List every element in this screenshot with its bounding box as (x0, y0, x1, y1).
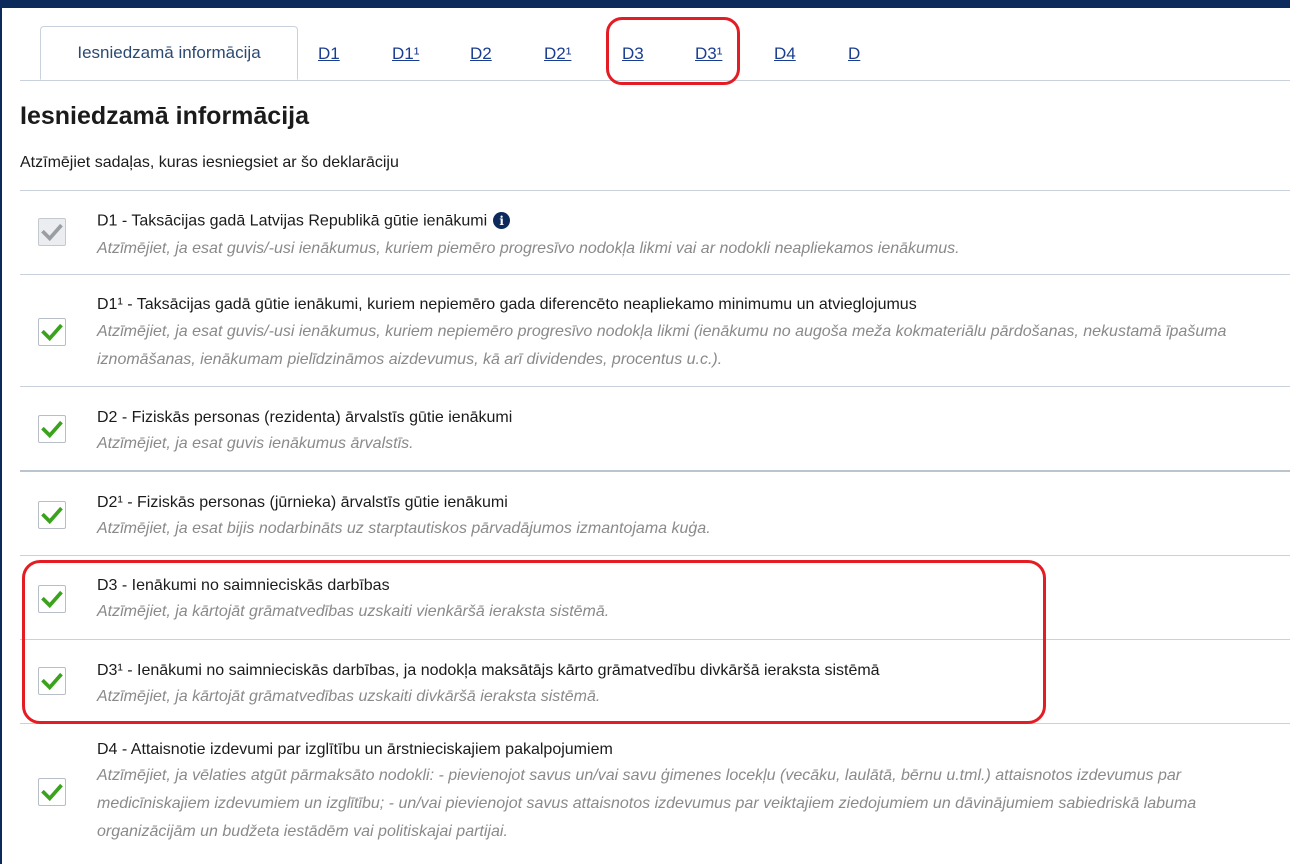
tab-d3[interactable]: D3 (622, 44, 644, 64)
section-row-d3: D3 - Ienākumi no saimnieciskās darbības … (20, 555, 1290, 639)
section-title-d2: D2 - Fiziskās personas (rezidenta) ārval… (97, 409, 513, 426)
page-title: Iesniedzamā informācija (20, 102, 310, 130)
tab-d2[interactable]: D2 (470, 44, 492, 64)
checkmark-icon (41, 672, 63, 691)
checkbox-d1-1[interactable] (38, 318, 66, 346)
checkmark-icon (41, 590, 63, 609)
tab-d1[interactable]: D1 (318, 44, 340, 64)
page-subtitle: Atzīmējiet sadaļas, kuras iesniegsiet ar… (20, 154, 399, 171)
tab-d3-1[interactable]: D3¹ (695, 44, 722, 64)
section-desc-d1: Atzīmējiet, ja esat guvis/-usi ienākumus… (97, 240, 960, 257)
tab-d1-1[interactable]: D1¹ (392, 44, 419, 64)
section-desc-d3-1: Atzīmējiet, ja kārtojāt grāmatvedības uz… (97, 688, 601, 705)
checkmark-icon (41, 783, 63, 802)
section-row-d1: D1 - Taksācijas gadā Latvijas Republikā … (20, 190, 1290, 274)
tab-d[interactable]: D (848, 44, 860, 64)
checkbox-d2[interactable] (38, 415, 66, 443)
section-tabs: Iesniedzamā informācija D1 D1¹ D2 D2¹ D3… (20, 26, 1290, 81)
section-row-d1-1: D1¹ - Taksācijas gadā gūtie ienākumi, ku… (20, 274, 1290, 386)
checkmark-icon (41, 223, 63, 242)
section-title-d4: D4 - Attaisnotie izdevumi par izglītību … (97, 741, 613, 758)
section-desc-d2: Atzīmējiet, ja esat guvis ienākumus ārva… (97, 435, 414, 452)
top-header-bar (0, 0, 1290, 8)
section-row-d4: D4 - Attaisnotie izdevumi par izglītību … (20, 723, 1290, 864)
section-desc-d1-1: Atzīmējiet, ja esat guvis/-usi ienākumus… (97, 323, 1227, 368)
section-title-d1: D1 - Taksācijas gadā Latvijas Republikā … (97, 212, 511, 231)
section-title-d3-1: D3¹ - Ienākumi no saimnieciskās darbības… (97, 662, 880, 679)
checkbox-d1[interactable] (38, 218, 66, 246)
section-title-d2-1: D2¹ - Fiziskās personas (jūrnieka) ārval… (97, 494, 508, 511)
section-title-d3: D3 - Ienākumi no saimnieciskās darbības (97, 577, 390, 594)
checkmark-icon (41, 323, 63, 342)
tab-iesniedzama-informacija[interactable]: Iesniedzamā informācija (40, 26, 298, 80)
checkbox-d2-1[interactable] (38, 501, 66, 529)
checkmark-icon (41, 506, 63, 525)
section-row-d2-1: D2¹ - Fiziskās personas (jūrnieka) ārval… (20, 470, 1290, 555)
info-circle-icon[interactable]: i (493, 212, 511, 229)
left-border (0, 8, 2, 864)
section-row-d2: D2 - Fiziskās personas (rezidenta) ārval… (20, 386, 1290, 470)
checkbox-d3-1[interactable] (38, 667, 66, 695)
section-desc-d2-1: Atzīmējiet, ja esat bijis nodarbināts uz… (97, 520, 711, 537)
section-title-d1-1: D1¹ - Taksācijas gadā gūtie ienākumi, ku… (97, 296, 917, 313)
section-row-d3-1: D3¹ - Ienākumi no saimnieciskās darbības… (20, 639, 1290, 723)
tab-d2-1[interactable]: D2¹ (544, 44, 571, 64)
section-title-d1-text: D1 - Taksācijas gadā Latvijas Republikā … (97, 212, 488, 230)
section-desc-d3: Atzīmējiet, ja kārtojāt grāmatvedības uz… (97, 603, 610, 620)
section-desc-d4: Atzīmējiet, ja vēlaties atgūt pārmaksāto… (97, 767, 1197, 840)
checkbox-d3[interactable] (38, 585, 66, 613)
tab-d4[interactable]: D4 (774, 44, 796, 64)
checkmark-icon (41, 420, 63, 439)
checkbox-d4[interactable] (38, 778, 66, 806)
